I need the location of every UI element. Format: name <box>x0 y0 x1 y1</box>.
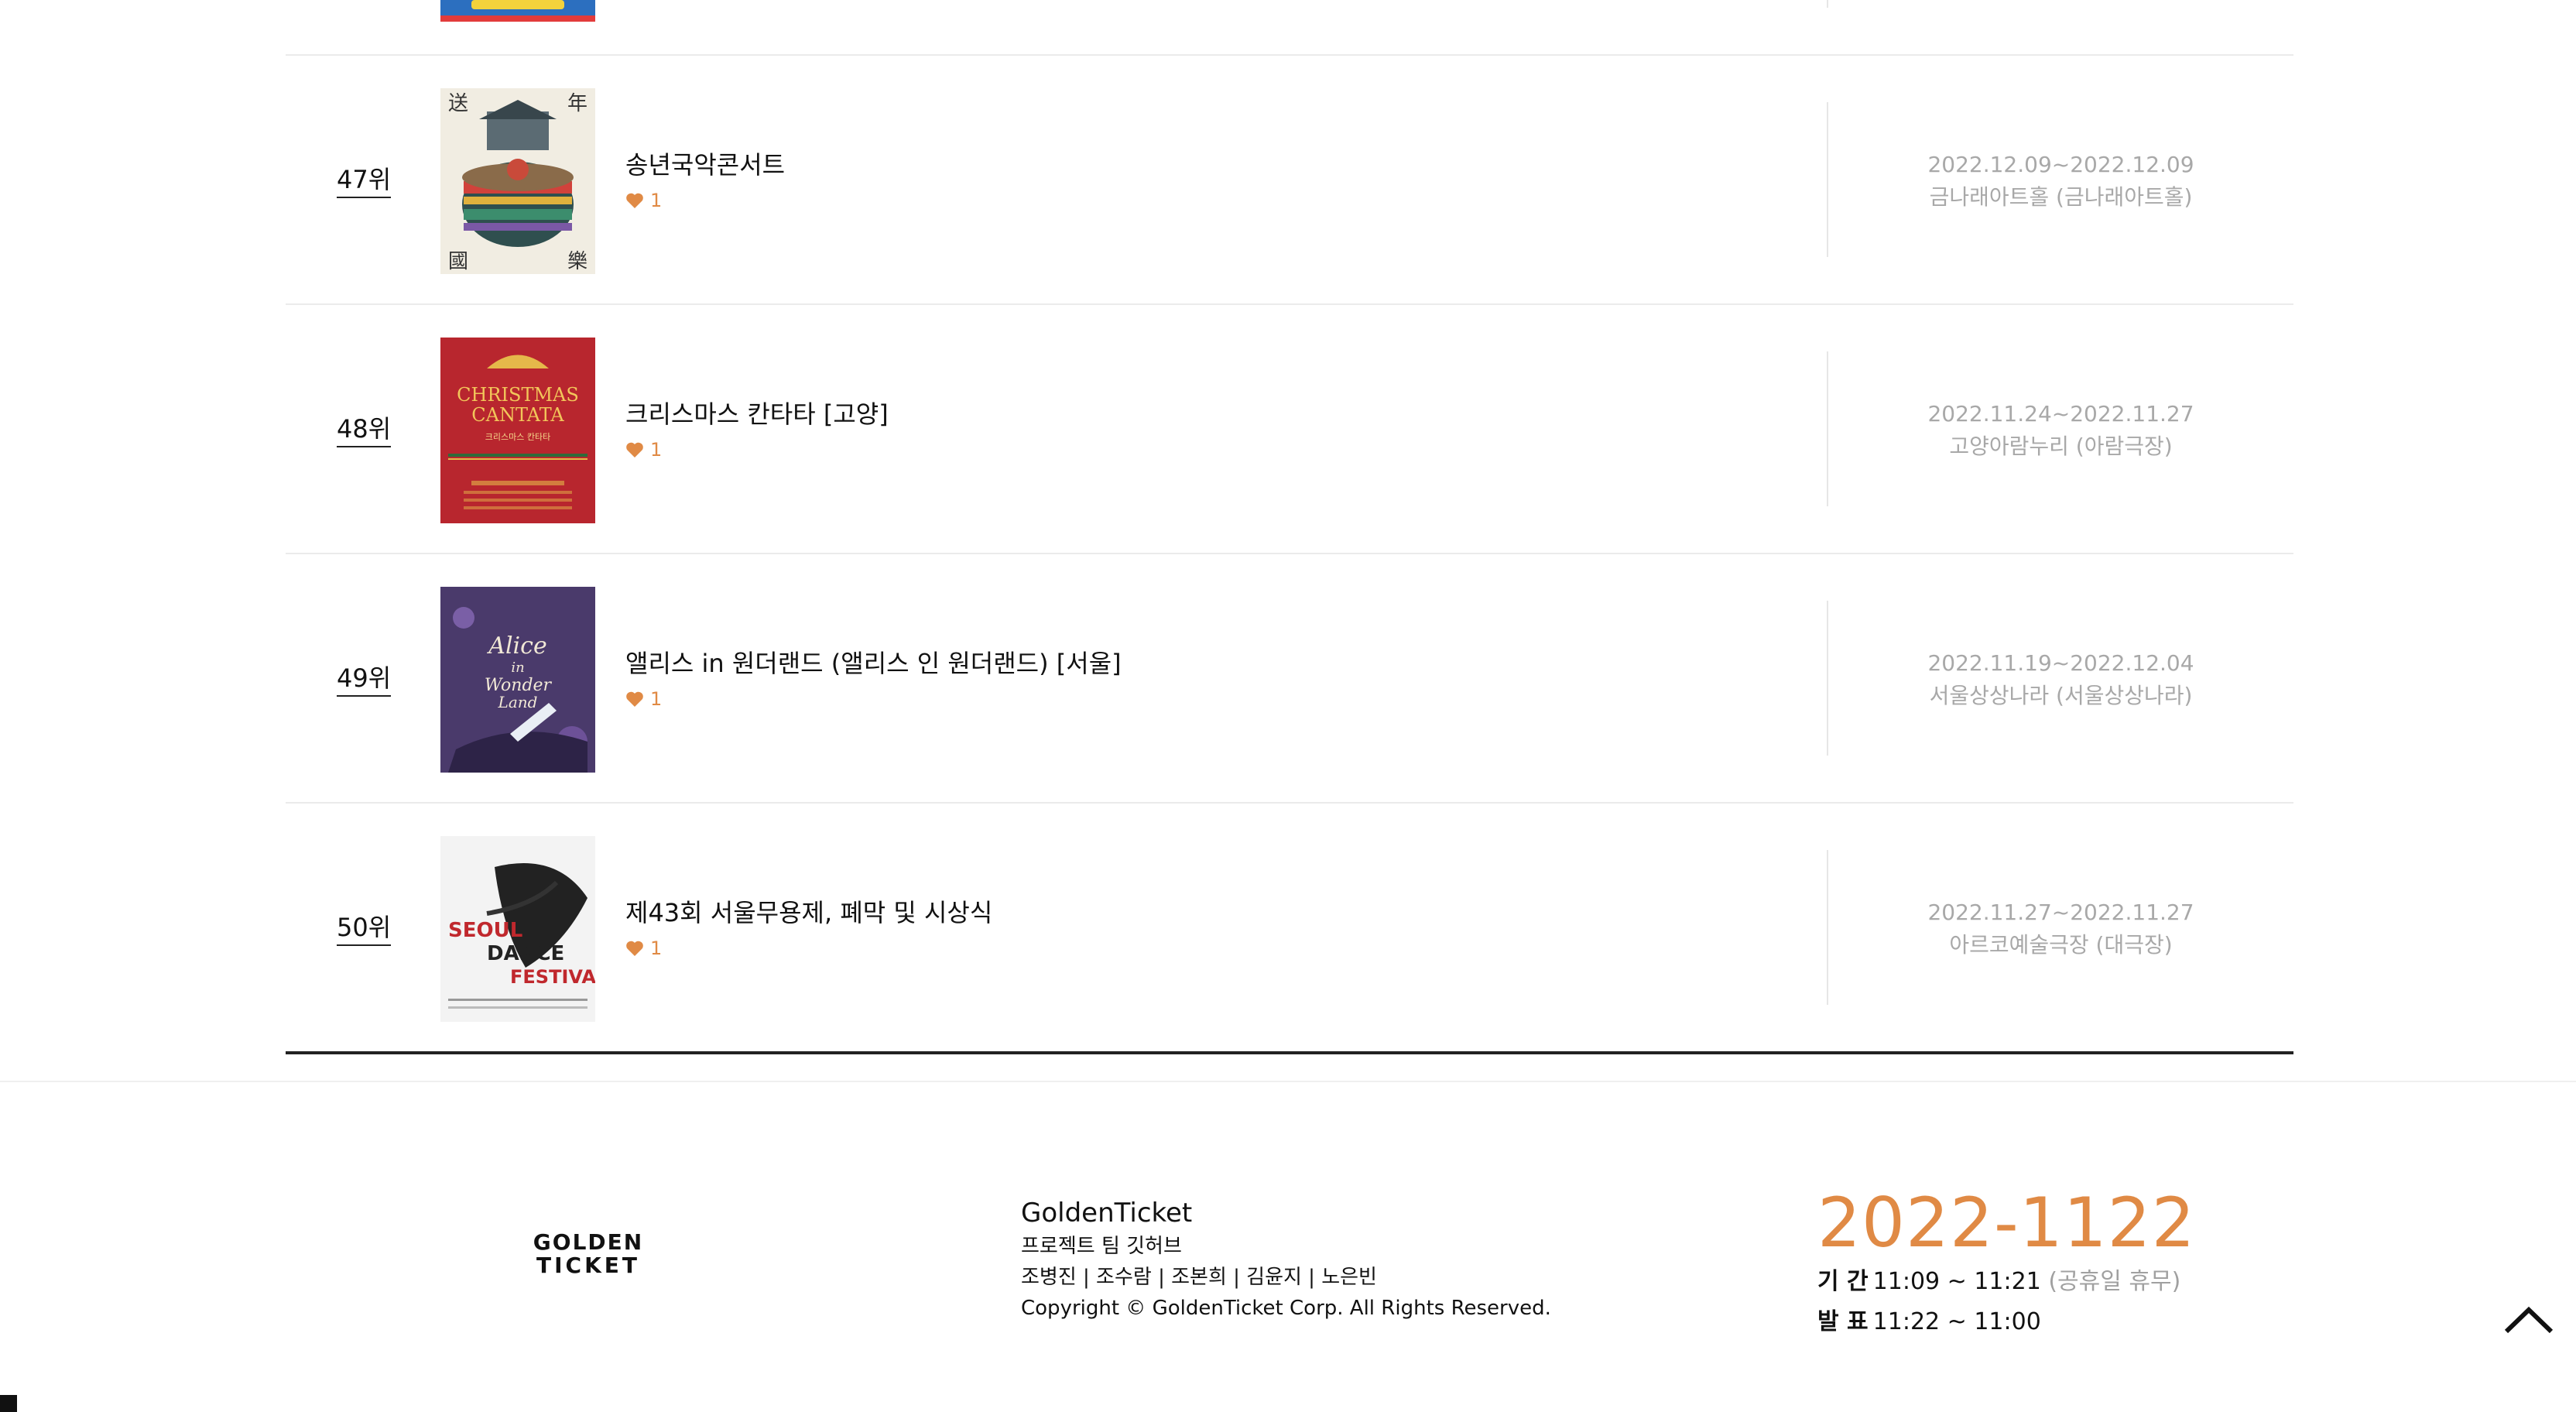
heart-icon <box>626 941 643 956</box>
show-period: 2022.11.24~2022.11.27 <box>1927 401 2194 427</box>
chevron-up-icon <box>2504 1306 2554 1334</box>
show-title[interactable]: 앨리스 in 원더랜드 (앨리스 인 원더랜드) [서울] <box>625 647 1122 680</box>
rank-label: 50위 <box>337 912 392 946</box>
like-number: 1 <box>650 937 663 959</box>
previous-poster-fragment[interactable] <box>440 0 595 22</box>
show-venue: 고양아람누리 (아람극장) <box>1949 434 2173 459</box>
schedule-info: 2022-1122 기 간 11:09 ~ 11:21 (공휴일 휴무) 발 표1… <box>1817 1184 2196 1342</box>
heart-icon <box>626 442 643 458</box>
poster-image[interactable]: SEOUL DANCE FESTIVAL <box>440 836 595 1022</box>
event-code: 2022-1122 <box>1817 1183 2196 1263</box>
poster-title: SEOUL <box>448 919 522 942</box>
announce-label: 발 표 <box>1817 1308 1869 1335</box>
poster-char: 送 <box>448 92 468 115</box>
poster-title: Alice <box>486 632 546 660</box>
ranking-row[interactable]: 49위 Alice in Wonder Land 앨리스 in 원더랜드 (앨리… <box>286 554 2293 804</box>
show-period: 2022.11.27~2022.11.27 <box>1927 900 2194 925</box>
show-venue: 서울상상나라 (서울상상나라) <box>1929 683 2193 708</box>
rank-label: 49위 <box>337 663 392 697</box>
show-info: 2022.11.24~2022.11.27 고양아람누리 (아람극장) <box>1828 398 2293 463</box>
period-value: 11:09 ~ 11:21 <box>1872 1268 2041 1295</box>
announce-value: 11:22 ~ 11:00 <box>1872 1308 2041 1335</box>
footer-info: GoldenTicket 프로젝트 팀 깃허브 조병진 | 조수람 | 조본희 … <box>1021 1195 1551 1324</box>
poster-image[interactable]: CHRISTMAS CANTATA 크리스마스 칸타타 <box>440 338 595 523</box>
show-venue: 아르코예술극장 (대극장) <box>1949 932 2173 958</box>
poster-subtitle: 크리스마스 칸타타 <box>485 432 550 442</box>
poster-image[interactable]: Alice in Wonder Land <box>440 587 595 773</box>
show-info: 2022.11.19~2022.12.04 서울상상나라 (서울상상나라) <box>1828 647 2293 712</box>
like-number: 1 <box>650 688 663 710</box>
show-period: 2022.12.09~2022.12.09 <box>1927 152 2194 177</box>
show-period: 2022.11.19~2022.12.04 <box>1927 650 2194 676</box>
rank-label: 47위 <box>337 164 392 198</box>
show-info: 2022.11.27~2022.11.27 아르코예술극장 (대극장) <box>1828 896 2293 961</box>
poster-title: CHRISTMAS <box>457 384 579 406</box>
ranking-row[interactable]: 50위 SEOUL DANCE FESTIVAL 제43회 서울무용제, 폐막 … <box>286 804 2293 1051</box>
like-count[interactable]: 1 <box>625 189 662 212</box>
scroll-top-button[interactable] <box>2502 1304 2556 1335</box>
poster-char: 年 <box>567 92 587 115</box>
period-note: (공휴일 휴무) <box>2048 1268 2181 1295</box>
poster-char: 樂 <box>567 250 587 273</box>
poster-title: DANCE <box>487 942 564 965</box>
heart-icon <box>626 691 643 707</box>
poster-char: 國 <box>448 250 468 273</box>
show-title[interactable]: 송년국악콘서트 <box>625 149 785 181</box>
announce-line: 발 표 11:22 ~ 11:00 <box>1817 1302 2196 1342</box>
period-label: 기 간 <box>1817 1268 1869 1295</box>
like-number: 1 <box>650 439 663 461</box>
logo-line: TICKET <box>536 1253 640 1277</box>
show-title[interactable]: 크리스마스 칸타타 [고양] <box>625 398 889 430</box>
show-info: 2022.12.09~2022.12.09 금나래아트홀 (금나래아트홀) <box>1828 149 2293 214</box>
poster-title: FESTIVAL <box>510 966 595 988</box>
footer-logo[interactable]: GOLDEN TICKET <box>494 1228 683 1278</box>
rank-label: 48위 <box>337 413 392 447</box>
footer-brand: GoldenTicket <box>1021 1198 1193 1229</box>
period-line: 기 간 11:09 ~ 11:21 (공휴일 휴무) <box>1817 1262 2196 1302</box>
heart-icon <box>626 193 643 208</box>
show-title[interactable]: 제43회 서울무용제, 폐막 및 시상식 <box>625 896 992 929</box>
team-members: 조병진 | 조수람 | 조본희 | 김윤지 | 노은빈 <box>1021 1266 1377 1289</box>
like-count[interactable]: 1 <box>625 937 662 960</box>
column-divider <box>1827 0 1828 8</box>
like-number: 1 <box>650 190 663 211</box>
poster-title: in <box>511 660 524 676</box>
list-end-rule <box>286 1051 2293 1054</box>
window-corner <box>0 1395 17 1412</box>
ranking-row[interactable]: 47위 送 年 國 樂 송년국악콘서트 1 2022.12.09~2022.12… <box>286 56 2293 305</box>
like-count[interactable]: 1 <box>625 687 662 711</box>
logo-line: GOLDEN <box>533 1229 643 1255</box>
like-count[interactable]: 1 <box>625 438 662 461</box>
team-github-link[interactable]: 프로젝트 팀 깃허브 <box>1021 1231 1551 1262</box>
poster-title: CANTATA <box>471 404 564 426</box>
copyright: Copyright © GoldenTicket Corp. All Right… <box>1021 1297 1551 1320</box>
footer-divider <box>0 1081 2576 1082</box>
poster-title: Land <box>498 693 538 711</box>
show-venue: 금나래아트홀 (금나래아트홀) <box>1929 184 2193 210</box>
ranking-row[interactable]: 48위 CHRISTMAS CANTATA 크리스마스 칸타타 크리스마스 칸타… <box>286 305 2293 554</box>
poster-image[interactable]: 送 年 國 樂 <box>440 88 595 274</box>
